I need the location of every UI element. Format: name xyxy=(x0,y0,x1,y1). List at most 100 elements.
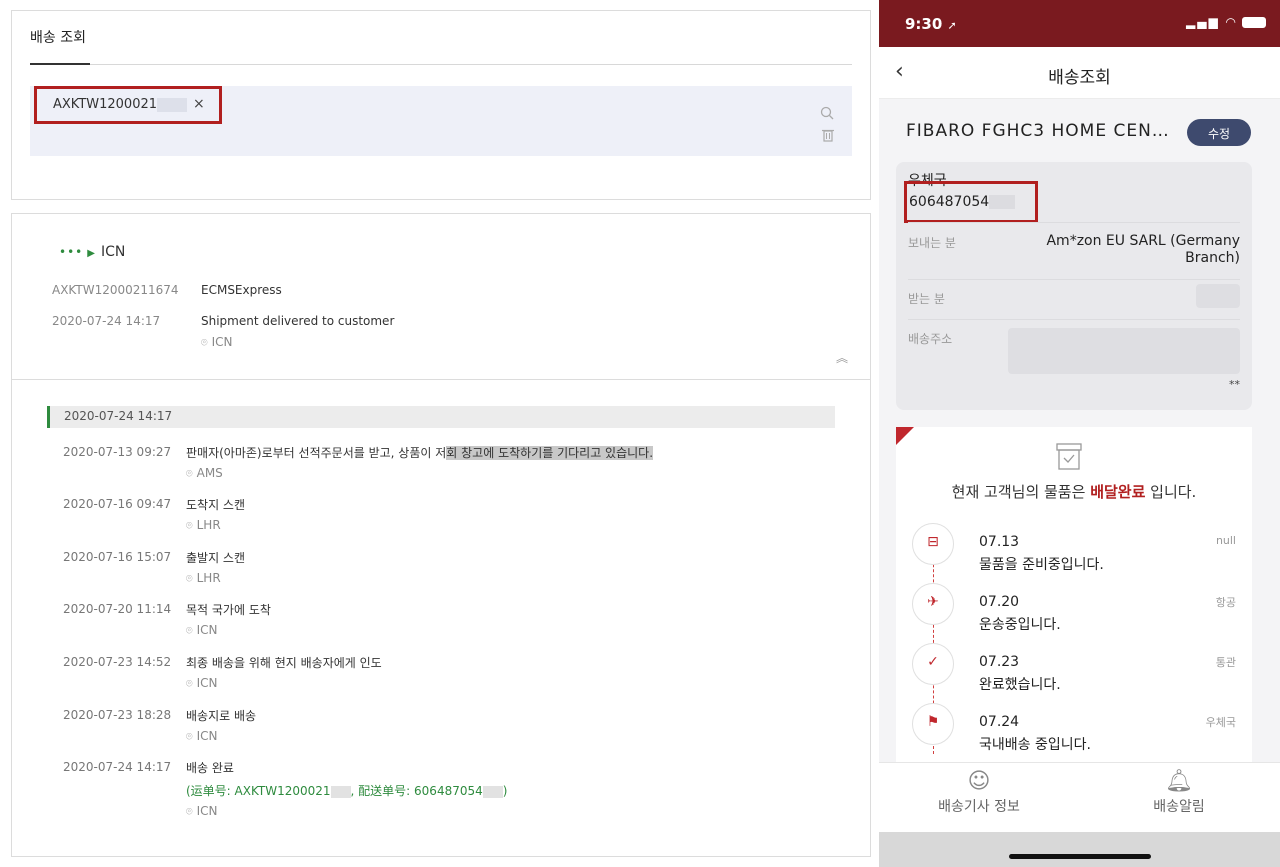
event-time: 2020-07-16 15:07 xyxy=(63,550,172,564)
status-time: 9:30 ➚ xyxy=(905,15,957,33)
dots-icon: ••• xyxy=(59,245,84,259)
location-pin-icon: ⌾ xyxy=(186,467,193,480)
collapse-up-icon[interactable]: ︽ xyxy=(836,349,848,366)
location-pin-icon: ⌾ xyxy=(186,519,193,532)
tab-divider xyxy=(30,64,852,65)
summary-datetime: 2020-07-24 14:17 xyxy=(52,314,161,328)
tracking-result-panel: ••• ▶ ICN AXKTW12000211674 ECMSExpress 202… xyxy=(11,213,871,857)
event-desc: 도착지 스캔 xyxy=(186,498,246,512)
home-indicator-area xyxy=(879,832,1280,867)
event-desc: 목적 국가에 도착 xyxy=(186,603,271,617)
location-pin-icon: ⌾ xyxy=(186,677,193,690)
location-pin-icon: ⌾ xyxy=(186,805,193,818)
address-suffix: ** xyxy=(1229,378,1240,391)
row-divider xyxy=(908,279,1240,280)
event-time: 2020-07-23 14:52 xyxy=(63,655,172,669)
play-arrow-icon: ▶ xyxy=(87,248,95,259)
event-location: ⌾ AMS xyxy=(186,466,223,480)
tab-tracking[interactable]: 배송 조회 xyxy=(30,27,86,47)
tracking-chip-text: AXKTW1200021 xyxy=(53,97,158,112)
event-location: ⌾ ICN xyxy=(186,804,218,818)
battery-icon xyxy=(1242,17,1266,28)
event-location: ⌾ ICN xyxy=(186,729,218,743)
status-bar: 9:30 ➚ ▂▄▆ ◠ xyxy=(879,0,1280,47)
step-text: 운송중입니다. xyxy=(979,617,1061,633)
step-date: 07.24 xyxy=(979,714,1020,730)
nav-bar: ‹ 배송조회 xyxy=(879,47,1280,99)
bell-icon: 🔔︎ xyxy=(1165,769,1193,794)
event-extra-numbers: (运单号: AXKTW1200021, 配送单号: 606487054) xyxy=(186,784,508,798)
text-selection-highlight: 회 창고에 도착하기를 기다리고 있습니다. xyxy=(446,446,654,460)
latest-date-bar: 2020-07-24 14:17 xyxy=(47,406,835,428)
redacted-blur xyxy=(157,97,188,112)
step-tag: 우체국 xyxy=(1205,716,1236,729)
event-time: 2020-07-13 09:27 xyxy=(63,445,172,459)
tracking-chip[interactable]: AXKTW1200021 × xyxy=(34,86,222,124)
search-panel: 배송 조회 AXKTW1200021 × xyxy=(11,10,871,200)
tab-driver-info[interactable]: ☺ 배송기사 정보 xyxy=(879,769,1079,816)
phone-screen: 9:30 ➚ ▂▄▆ ◠ ‹ 배송조회 FIBARO FGHC3 HOME CE… xyxy=(879,0,1280,867)
step-text: 물품을 준비중입니다. xyxy=(979,557,1104,573)
check-icon: ✓ xyxy=(912,643,954,685)
step-date: 07.23 xyxy=(979,654,1020,670)
summary-tracking-number: AXKTW12000211674 xyxy=(52,283,179,297)
shipment-info-card: 우체국 606487054 보내는 분 Am*zon EU SARL (Germ… xyxy=(896,162,1252,410)
delivery-cart-icon: ⚑ xyxy=(912,703,954,745)
sender-value: Am*zon EU SARL (Germany Branch) xyxy=(1046,233,1240,266)
redacted-blur xyxy=(989,195,1016,209)
event-location: ⌾ LHR xyxy=(186,518,221,532)
search-input-area[interactable]: AXKTW1200021 × xyxy=(30,86,852,156)
event-desc: 출발지 스캔 xyxy=(186,551,246,565)
row-divider xyxy=(908,319,1240,320)
delivery-status-message: 현재 고객님의 물품은 배달완료 입니다. xyxy=(951,483,1197,501)
tab-delivery-alert[interactable]: 🔔︎ 배송알림 xyxy=(1079,769,1279,816)
event-desc: 배송지로 배송 xyxy=(186,709,257,723)
step-tag: 항공 xyxy=(1215,596,1236,609)
event-time: 2020-07-23 18:28 xyxy=(63,708,172,722)
box-icon xyxy=(1056,443,1082,471)
post-tracking-number: 606487054 xyxy=(904,181,1038,223)
delivery-status-card: 현재 고객님의 물품은 배달완료 입니다. ⊟ 07.13 물품을 준비중입니다… xyxy=(896,427,1252,767)
bottom-tab-bar: ☺ 배송기사 정보 🔔︎ 배송알림 xyxy=(879,762,1280,832)
event-time: 2020-07-16 09:47 xyxy=(63,497,172,511)
nav-title: 배송조회 xyxy=(1048,68,1111,88)
section-divider xyxy=(12,379,870,380)
step-tag: 통관 xyxy=(1215,656,1236,669)
redacted-blur xyxy=(330,785,351,798)
location-arrow-icon: ➚ xyxy=(947,19,957,32)
trash-icon[interactable] xyxy=(822,128,834,146)
driver-person-icon: ☺ xyxy=(967,769,991,794)
cart-icon: ⊟ xyxy=(912,523,954,565)
location-pin-icon: ⌾ xyxy=(186,730,193,743)
route-destination: ICN xyxy=(100,244,126,260)
location-pin-icon: ⌾ xyxy=(186,624,193,637)
step-tag: null xyxy=(1215,534,1236,547)
status-icons: ▂▄▆ ◠ xyxy=(1186,15,1266,29)
airplane-icon: ✈ xyxy=(912,583,954,625)
signal-icon: ▂▄▆ xyxy=(1186,15,1220,29)
event-time: 2020-07-24 14:17 xyxy=(63,760,172,774)
step-date: 07.20 xyxy=(979,594,1020,610)
search-icon[interactable] xyxy=(820,106,834,124)
event-desc: 판매자(아마존)로부터 선적주문서를 받고, 상품이 저회 창고에 도착하기를 … xyxy=(186,446,654,460)
summary-carrier: ECMSExpress xyxy=(201,283,282,297)
sender-label: 보내는 분 xyxy=(908,236,956,250)
address-label: 배송주소 xyxy=(908,332,953,346)
route-indicator: ••• ▶ ICN xyxy=(59,244,125,260)
row-divider xyxy=(908,222,1240,223)
close-icon[interactable]: × xyxy=(193,96,205,112)
event-location: ⌾ ICN xyxy=(186,623,218,637)
redacted-receiver xyxy=(1196,284,1240,308)
receiver-label: 받는 분 xyxy=(908,292,945,306)
event-location: ⌾ LHR xyxy=(186,571,221,585)
event-desc: 배송 완료 xyxy=(186,761,234,775)
wifi-icon: ◠ xyxy=(1225,15,1238,29)
tab-active-underline xyxy=(30,63,90,65)
step-date: 07.13 xyxy=(979,534,1020,550)
product-name: FIBARO FGHC3 HOME CEN… xyxy=(906,121,1170,141)
step-text: 완료했습니다. xyxy=(979,677,1061,693)
home-indicator[interactable] xyxy=(1009,854,1151,859)
edit-button[interactable]: 수정 xyxy=(1187,119,1251,146)
event-desc: 최종 배송을 위해 현지 배송자에게 인도 xyxy=(186,656,382,670)
event-time: 2020-07-20 11:14 xyxy=(63,602,172,616)
